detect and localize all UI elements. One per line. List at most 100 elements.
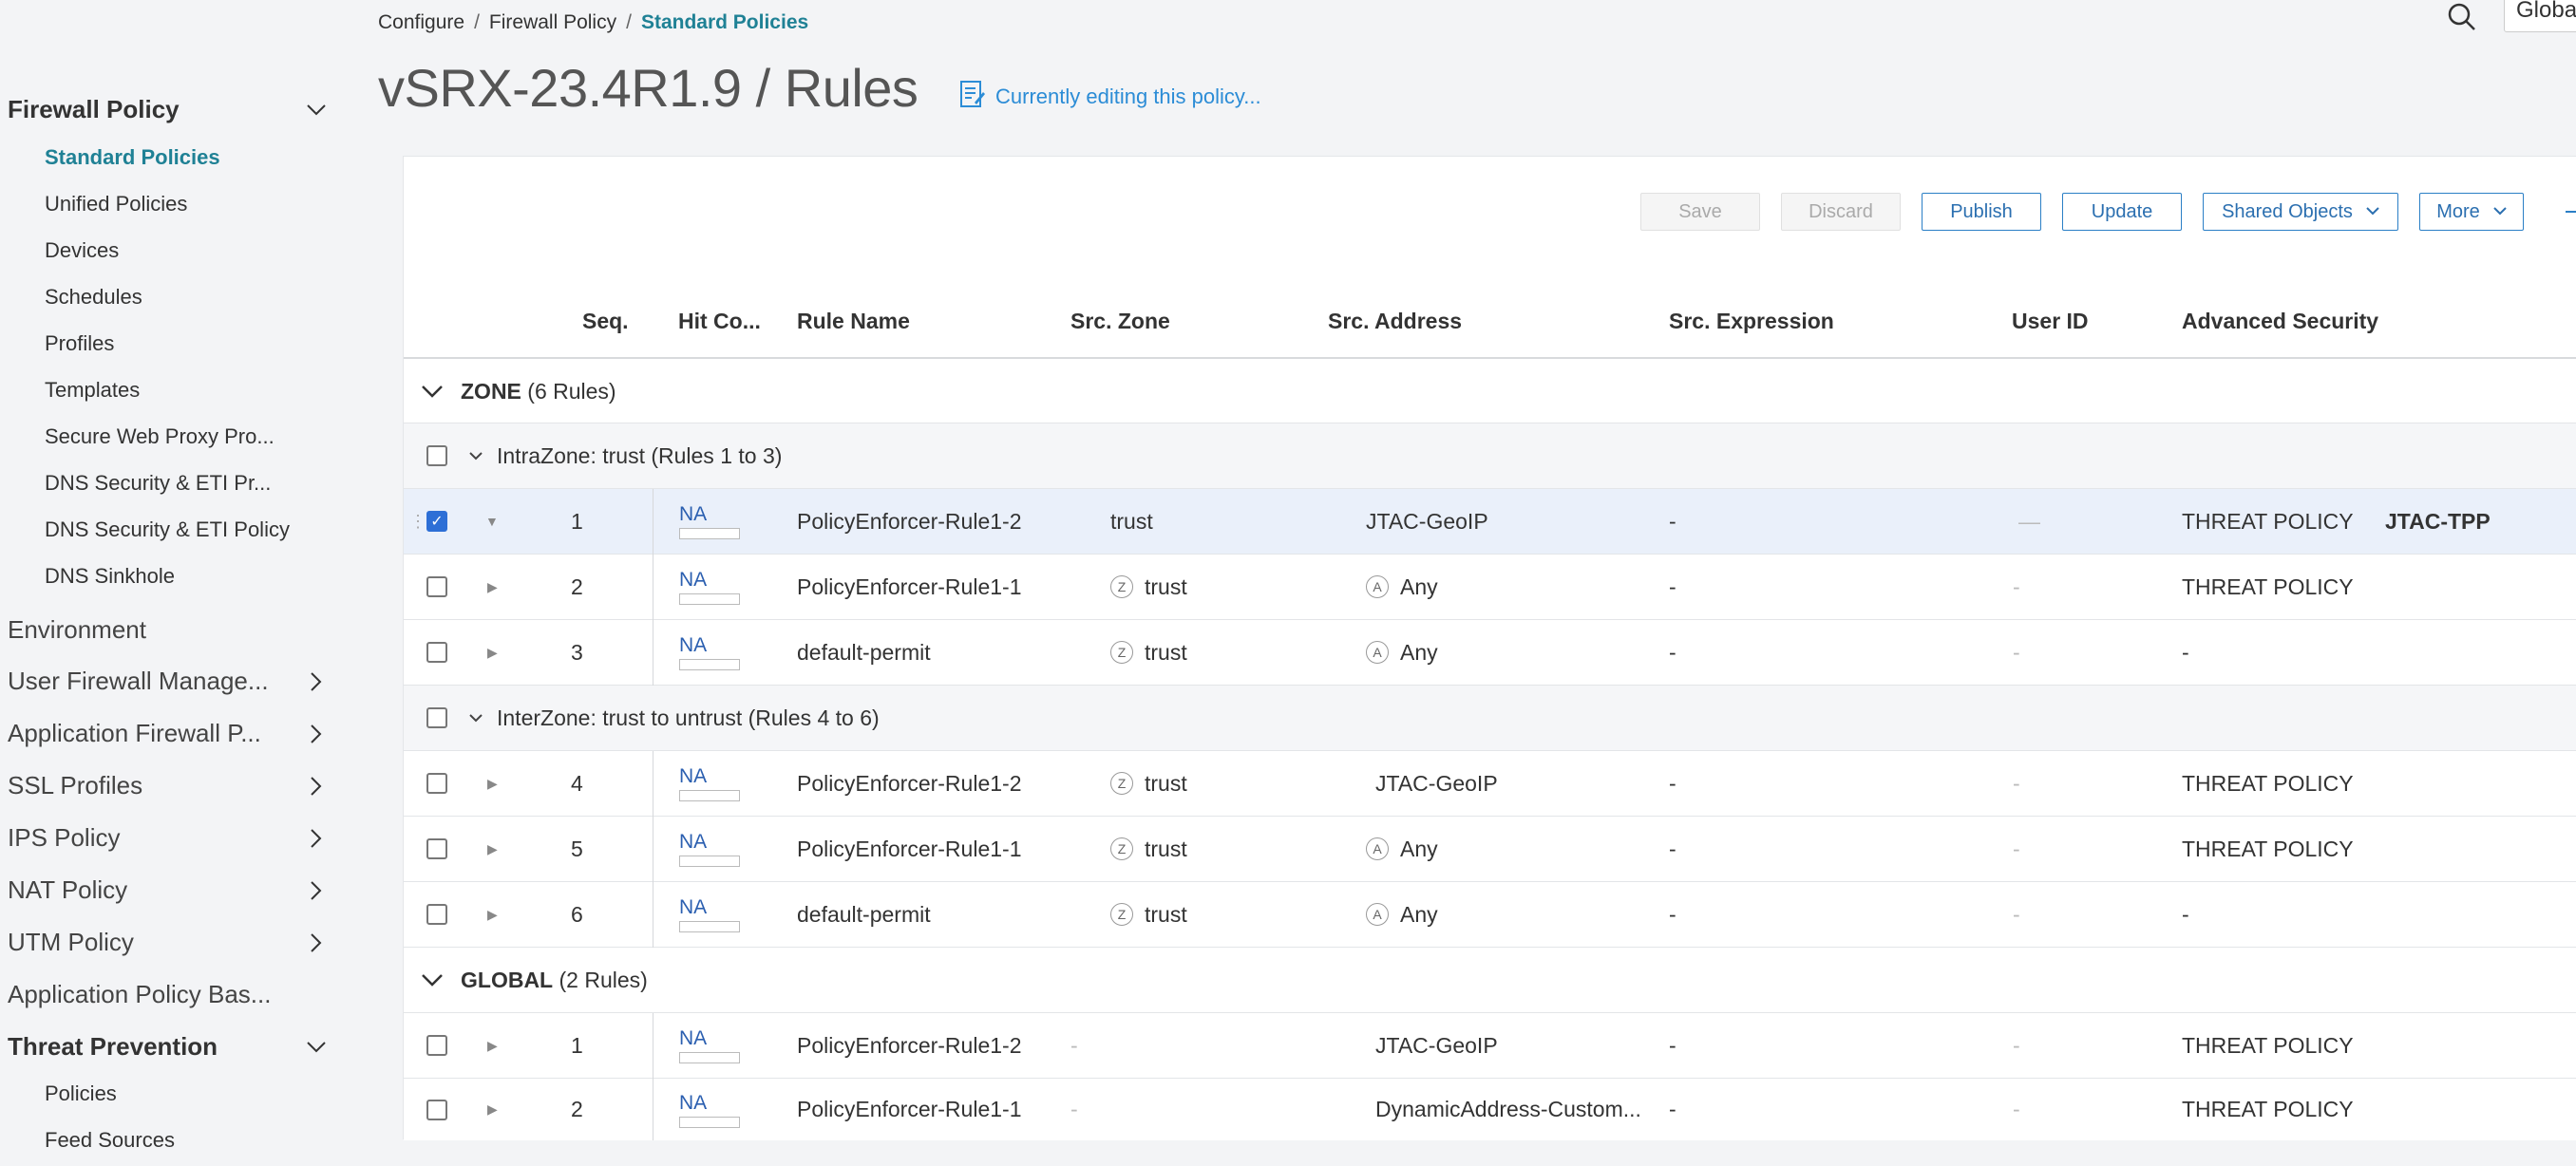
expand-row-icon[interactable]: ▶ xyxy=(487,1079,498,1140)
sidebar-user-firewall[interactable]: User Firewall Manage... xyxy=(8,667,331,696)
domain-selector[interactable]: Global xyxy=(2504,0,2576,32)
rule-seq: 2 xyxy=(571,574,583,599)
hit-count-value[interactable]: NA xyxy=(679,831,707,854)
sidebar-item-dns-security-eti-policy[interactable]: DNS Security & ETI Policy xyxy=(45,517,290,542)
save-button[interactable]: Save xyxy=(1640,193,1760,231)
row-checkbox[interactable] xyxy=(426,817,447,881)
update-button[interactable]: Update xyxy=(2062,193,2182,231)
table-row[interactable]: ▶ 5 NA PolicyEnforcer-Rule1-1 Ztrust A An… xyxy=(404,817,2576,882)
subgroup-row-interzone[interactable]: InterZone: trust to untrust (Rules 4 to … xyxy=(404,686,2576,751)
expand-row-icon[interactable]: ▶ xyxy=(487,555,498,619)
row-checkbox[interactable] xyxy=(426,882,447,947)
hit-count-value[interactable]: NA xyxy=(679,765,707,788)
chevron-down-icon[interactable] xyxy=(302,1033,331,1062)
expand-row-icon[interactable]: ▶ xyxy=(487,817,498,881)
rule-name[interactable]: PolicyEnforcer-Rule1-1 xyxy=(797,1079,1021,1140)
expand-row-icon[interactable]: ▶ xyxy=(487,882,498,947)
sidebar-firewall-policy[interactable]: Firewall Policy xyxy=(8,95,331,124)
table-row[interactable]: ▶ 1 NA PolicyEnforcer-Rule1-2 - JTAC-Geo… xyxy=(404,1013,2576,1079)
discard-button[interactable]: Discard xyxy=(1781,193,1901,231)
more-button[interactable]: More xyxy=(2419,193,2524,231)
row-checkbox[interactable] xyxy=(426,620,447,685)
shared-objects-button[interactable]: Shared Objects xyxy=(2203,193,2398,231)
rule-name[interactable]: PolicyEnforcer-Rule1-2 xyxy=(797,751,1021,816)
sidebar-item-feed-sources[interactable]: Feed Sources xyxy=(45,1128,175,1153)
chevron-down-icon[interactable] xyxy=(468,686,483,750)
subgroup-checkbox[interactable] xyxy=(426,423,447,488)
publish-button[interactable]: Publish xyxy=(1922,193,2041,231)
row-checkbox[interactable]: ✓ xyxy=(426,489,447,554)
sidebar-nat-policy[interactable]: NAT Policy xyxy=(8,875,331,905)
sidebar-item-dns-security-eti-pr[interactable]: DNS Security & ETI Pr... xyxy=(45,471,271,496)
sidebar-item-policies[interactable]: Policies xyxy=(45,1081,117,1106)
chevron-right-icon[interactable] xyxy=(302,668,331,696)
table-row[interactable]: ▶ 6 NA default-permit Ztrust A Any - - - xyxy=(404,882,2576,948)
chevron-down-icon[interactable] xyxy=(302,96,331,124)
column-rule-name[interactable]: Rule Name xyxy=(797,285,910,357)
hit-count-value[interactable]: NA xyxy=(679,896,707,919)
group-row-global[interactable]: GLOBAL (2 Rules) xyxy=(404,948,2576,1013)
subgroup-checkbox[interactable] xyxy=(426,686,447,750)
hit-count-value[interactable]: NA xyxy=(679,1027,707,1050)
expand-row-icon[interactable]: ▶ xyxy=(487,620,498,685)
group-row-zone[interactable]: ZONE (6 Rules) xyxy=(404,360,2576,423)
breadcrumb-firewall-policy[interactable]: Firewall Policy xyxy=(489,11,616,34)
sidebar-item-unified-policies[interactable]: Unified Policies xyxy=(45,192,187,216)
chevron-down-icon[interactable] xyxy=(421,948,444,1012)
chevron-down-icon[interactable] xyxy=(468,423,483,488)
column-src-zone[interactable]: Src. Zone xyxy=(1070,285,1170,357)
sidebar-application-firewall[interactable]: Application Firewall P... xyxy=(8,719,331,748)
rule-name[interactable]: PolicyEnforcer-Rule1-2 xyxy=(797,489,1021,554)
sidebar-item-devices[interactable]: Devices xyxy=(45,238,119,263)
sidebar-application-policy[interactable]: Application Policy Bas... xyxy=(8,980,331,1009)
hit-count-value[interactable]: NA xyxy=(679,1092,707,1115)
rule-name[interactable]: PolicyEnforcer-Rule1-1 xyxy=(797,555,1021,619)
sidebar-item-profiles[interactable]: Profiles xyxy=(45,331,114,356)
column-src-address[interactable]: Src. Address xyxy=(1328,285,1462,357)
hit-count-value[interactable]: NA xyxy=(679,569,707,592)
chevron-right-icon[interactable] xyxy=(302,772,331,800)
sidebar-ssl-profiles[interactable]: SSL Profiles xyxy=(8,771,331,800)
sidebar-item-standard-policies[interactable]: Standard Policies xyxy=(45,145,220,170)
sidebar-threat-prevention[interactable]: Threat Prevention xyxy=(8,1032,331,1062)
sidebar-item-secure-web-proxy[interactable]: Secure Web Proxy Pro... xyxy=(45,424,275,449)
hit-count-value[interactable]: NA xyxy=(679,634,707,657)
sidebar-utm-policy[interactable]: UTM Policy xyxy=(8,928,331,957)
expand-row-icon[interactable]: ▶ xyxy=(487,1013,498,1078)
chevron-down-icon[interactable] xyxy=(421,360,444,423)
search-icon[interactable] xyxy=(2447,2,2477,32)
chevron-right-icon[interactable] xyxy=(302,824,331,853)
table-row[interactable]: ▶ 4 NA PolicyEnforcer-Rule1-2 Ztrust JTA… xyxy=(404,751,2576,817)
row-checkbox[interactable] xyxy=(426,751,447,816)
row-checkbox[interactable] xyxy=(426,1013,447,1078)
rule-name[interactable]: default-permit xyxy=(797,882,931,947)
hit-count-value[interactable]: NA xyxy=(679,503,707,526)
column-seq[interactable]: Seq. xyxy=(582,285,629,357)
breadcrumb-configure[interactable]: Configure xyxy=(378,11,464,34)
chevron-right-icon[interactable] xyxy=(302,720,331,748)
row-checkbox[interactable] xyxy=(426,1079,447,1140)
expand-row-icon[interactable]: ▼ xyxy=(485,489,499,554)
sidebar-environment[interactable]: Environment xyxy=(8,615,331,645)
sidebar-item-dns-sinkhole[interactable]: DNS Sinkhole xyxy=(45,564,175,589)
column-advanced-security[interactable]: Advanced Security xyxy=(2182,285,2378,357)
table-row[interactable]: ▶ 3 NA default-permit Ztrust A Any - - - xyxy=(404,620,2576,686)
rule-name[interactable]: PolicyEnforcer-Rule1-1 xyxy=(797,817,1021,881)
row-checkbox[interactable] xyxy=(426,555,447,619)
expand-row-icon[interactable]: ▶ xyxy=(487,751,498,816)
sidebar-ips-policy[interactable]: IPS Policy xyxy=(8,823,331,853)
column-src-expression[interactable]: Src. Expression xyxy=(1669,285,1834,357)
column-hit-count[interactable]: Hit Co... xyxy=(678,285,761,357)
table-row[interactable]: ▶ 2 NA PolicyEnforcer-Rule1-1 Ztrust A An… xyxy=(404,555,2576,620)
subgroup-row-intrazone[interactable]: IntraZone: trust (Rules 1 to 3) xyxy=(404,423,2576,489)
chevron-right-icon[interactable] xyxy=(302,929,331,957)
rule-name[interactable]: default-permit xyxy=(797,620,931,685)
sidebar-item-templates[interactable]: Templates xyxy=(45,378,140,403)
sidebar-item-schedules[interactable]: Schedules xyxy=(45,285,142,310)
rule-name[interactable]: PolicyEnforcer-Rule1-2 xyxy=(797,1013,1021,1078)
chevron-right-icon[interactable] xyxy=(302,876,331,905)
column-user-id[interactable]: User ID xyxy=(2012,285,2089,357)
table-row[interactable]: ▶ 2 NA PolicyEnforcer-Rule1-1 - DynamicA… xyxy=(404,1079,2576,1140)
table-row[interactable]: ⋮⋮ ✓ ▼ 1 NA PolicyEnforcer-Rule1-2 trust… xyxy=(404,489,2576,555)
editing-indicator[interactable]: Currently editing this policy... xyxy=(959,80,1261,114)
